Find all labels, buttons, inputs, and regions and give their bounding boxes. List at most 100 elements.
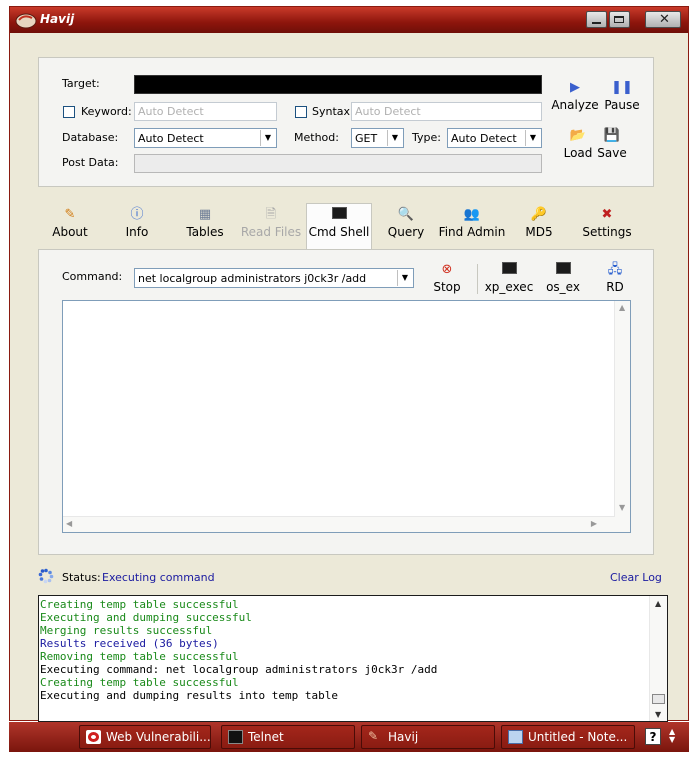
scroll-up-icon[interactable]: ▲ <box>655 599 661 608</box>
tab-info[interactable]: ⓘ Info <box>118 207 156 239</box>
folder-icon: 📂 <box>569 128 587 143</box>
toolbar-divider <box>477 264 478 294</box>
save-icon: 💾 <box>603 128 621 143</box>
help-button[interactable]: ? <box>645 728 661 745</box>
title-bar[interactable]: Havij ✕ <box>10 7 688 33</box>
os-ex-button[interactable]: os_ex <box>541 262 585 294</box>
log-line: Results received (36 bytes) <box>40 637 219 650</box>
load-button[interactable]: 📂 Load <box>561 128 595 160</box>
task-web-vulnerability[interactable]: Web Vulnerabili... <box>79 725 211 749</box>
log-line: Creating temp table successful <box>40 676 239 689</box>
stop-icon: ⊗ <box>441 262 453 277</box>
chevron-down-icon: ▼ <box>260 130 275 146</box>
save-button[interactable]: 💾 Save <box>595 128 629 160</box>
command-output-area[interactable]: ▲ ▼ ◀ ▶ <box>62 300 631 533</box>
keyword-label: Keyword: <box>81 105 132 118</box>
pause-icon: ❚❚ <box>611 80 633 95</box>
target-label: Target: <box>62 77 100 90</box>
chevron-down-icon: ▼ <box>397 270 412 286</box>
scroll-right-icon[interactable]: ▶ <box>591 519 597 528</box>
target-panel: Target: Keyword: Auto Detect Syntax: Aut… <box>38 57 654 187</box>
method-value: GET <box>355 132 378 145</box>
scroll-down-icon[interactable]: ▼ <box>655 710 661 719</box>
method-label: Method: <box>294 131 339 144</box>
syntax-label: Syntax: <box>312 105 354 118</box>
database-label: Database: <box>62 131 119 144</box>
log-scrollbar[interactable]: ▲ ▼ <box>649 596 667 721</box>
type-select[interactable]: Auto Detect ▼ <box>447 128 542 148</box>
scroll-up-icon[interactable]: ▲ <box>619 303 625 312</box>
chevron-down-icon: ▼ <box>387 130 402 146</box>
log-lines: Creating temp table successful Executing … <box>39 596 667 702</box>
task-telnet[interactable]: Telnet <box>221 725 355 749</box>
tab-read-files[interactable]: 🗎 Read Files <box>238 207 304 239</box>
cmd-shell-icon <box>308 207 370 223</box>
syntax-checkbox[interactable] <box>295 106 307 118</box>
command-value: net localgroup administrators j0ck3r /ad… <box>138 272 367 285</box>
method-select[interactable]: GET ▼ <box>351 128 404 148</box>
busy-spinner-icon <box>38 568 54 584</box>
task-notepad[interactable]: Untitled - Note... <box>501 725 635 749</box>
close-icon: ✕ <box>659 12 670 27</box>
tab-query[interactable]: 🔍 Query <box>384 207 428 239</box>
remote-desktop-icon: 🖧 <box>607 262 623 277</box>
keyword-checkbox[interactable] <box>63 106 75 118</box>
console-icon <box>228 730 243 744</box>
md5-icon: 🔑 <box>530 207 548 222</box>
log-line: Merging results successful <box>40 624 213 637</box>
database-select[interactable]: Auto Detect ▼ <box>134 128 277 148</box>
xp-exec-button[interactable]: xp_exec <box>482 262 536 294</box>
minimize-button[interactable] <box>586 11 607 28</box>
tab-find-admin[interactable]: 👥 Find Admin <box>438 207 506 239</box>
keyword-input[interactable]: Auto Detect <box>134 102 277 121</box>
log-line: Removing temp table successful <box>40 650 239 663</box>
chevron-down-icon: ▼ <box>525 130 540 146</box>
tab-about[interactable]: ✎ About <box>48 207 92 239</box>
database-value: Auto Detect <box>138 132 204 145</box>
scroll-thumb[interactable] <box>652 694 665 704</box>
play-icon: ▶ <box>570 80 580 95</box>
close-button[interactable]: ✕ <box>645 11 681 28</box>
clear-log-link[interactable]: Clear Log <box>610 571 662 584</box>
restore-button[interactable] <box>609 11 630 28</box>
info-icon: ⓘ <box>130 207 144 222</box>
query-icon: 🔍 <box>397 207 415 222</box>
scroll-down-icon[interactable]: ▼ <box>619 503 625 512</box>
command-select[interactable]: net localgroup administrators j0ck3r /ad… <box>134 268 414 288</box>
task-havij[interactable]: ✎ Havij <box>361 725 495 749</box>
tray-arrows-icon[interactable]: ▲ ▼ <box>669 728 675 744</box>
postdata-input[interactable] <box>134 154 542 173</box>
log-output[interactable]: Creating temp table successful Executing … <box>38 595 668 722</box>
tables-icon: ▦ <box>198 207 212 222</box>
cmd-shell-panel: Command: net localgroup administrators j… <box>38 249 654 555</box>
console-icon <box>482 262 536 278</box>
type-value: Auto Detect <box>451 132 517 145</box>
log-line: Executing command: net localgroup admini… <box>40 663 438 676</box>
target-input[interactable] <box>134 75 542 94</box>
syntax-input[interactable]: Auto Detect <box>351 102 542 121</box>
analyze-button[interactable]: ▶ Analyze <box>549 80 601 112</box>
taskbar: Web Vulnerabili... Telnet ✎ Havij Untitl… <box>9 722 689 752</box>
log-line: Executing and dumping successful <box>40 611 252 624</box>
postdata-label: Post Data: <box>62 156 119 169</box>
tab-cmd-shell[interactable]: Cmd Shell <box>308 207 370 239</box>
command-label: Command: <box>62 270 123 283</box>
stop-button[interactable]: ⊗ Stop <box>429 262 465 294</box>
pause-button[interactable]: ❚❚ Pause <box>601 80 643 112</box>
opera-icon <box>86 730 101 744</box>
type-label: Type: <box>412 131 441 144</box>
tab-tables[interactable]: ▦ Tables <box>182 207 228 239</box>
tab-md5[interactable]: 🔑 MD5 <box>519 207 559 239</box>
find-admin-icon: 👥 <box>463 207 481 222</box>
console-icon <box>541 262 585 278</box>
vertical-scrollbar[interactable]: ▲ ▼ <box>614 301 630 532</box>
tab-settings[interactable]: ✖ Settings <box>580 207 634 239</box>
window-title: Havij <box>40 12 75 26</box>
read-files-icon: 🗎 <box>265 207 277 222</box>
rd-button[interactable]: 🖧 RD <box>599 262 631 294</box>
horizontal-scrollbar[interactable]: ◀ ▶ <box>63 516 615 532</box>
scroll-left-icon[interactable]: ◀ <box>66 519 72 528</box>
log-line: Creating temp table successful <box>40 598 239 611</box>
status-value: Executing command <box>102 571 215 584</box>
havij-window: Havij ✕ Target: Keyword: Auto Detect Syn… <box>9 6 689 722</box>
